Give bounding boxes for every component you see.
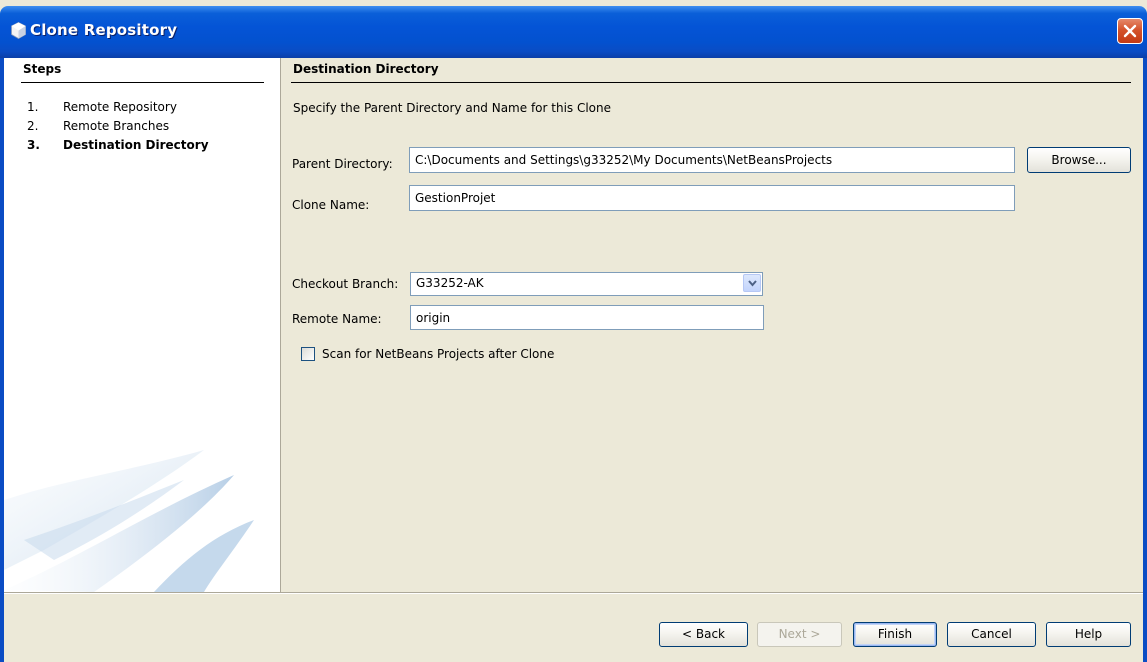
title-bar[interactable]: Clone Repository [0,6,1147,58]
step-label: Destination Directory [63,138,209,152]
step-item-destination-directory: 3. Destination Directory [27,138,209,153]
steps-heading: Steps [23,62,62,76]
remote-name-label: Remote Name: [292,312,382,326]
clone-name-input[interactable] [409,185,1015,211]
next-button[interactable]: Next > [757,622,842,647]
step-item-remote-branches: 2. Remote Branches [27,119,169,134]
panel-description: Specify the Parent Directory and Name fo… [293,101,612,115]
button-bar-divider-highlight [4,593,1143,594]
finish-button[interactable]: Finish [853,622,937,647]
step-item-remote-repository: 1. Remote Repository [27,100,177,115]
step-number: 1. [27,100,39,114]
netbeans-swoosh-graphic [4,450,254,592]
remote-name-input[interactable] [410,305,764,330]
dropdown-arrow-button[interactable] [743,274,761,292]
scan-projects-checkbox[interactable] [301,347,315,361]
parent-directory-label: Parent Directory: [292,157,393,171]
window-title: Clone Repository [30,21,178,39]
back-button[interactable]: < Back [659,622,748,647]
browse-button[interactable]: Browse... [1027,147,1131,173]
checkout-branch-value: G33252-AK [416,276,484,290]
checkout-branch-select[interactable]: G33252-AK [410,272,763,296]
panel-title: Destination Directory [293,62,439,76]
parent-directory-input[interactable] [409,147,1015,173]
steps-divider [21,82,264,83]
scan-projects-label[interactable]: Scan for NetBeans Projects after Clone [322,347,554,361]
help-button[interactable]: Help [1046,622,1131,647]
step-label: Remote Repository [63,100,177,114]
panel-title-divider [291,82,1131,83]
netbeans-cube-icon [11,22,26,39]
step-number: 2. [27,119,39,133]
step-label: Remote Branches [63,119,170,133]
close-button[interactable] [1117,18,1143,44]
cancel-button[interactable]: Cancel [947,622,1036,647]
clone-repository-dialog: Clone Repository Steps 1. Remote Reposit… [0,0,1147,662]
checkout-branch-label: Checkout Branch: [292,277,399,291]
clone-name-label: Clone Name: [292,198,370,212]
step-number: 3. [27,138,40,152]
window-frame-right [1143,58,1147,662]
